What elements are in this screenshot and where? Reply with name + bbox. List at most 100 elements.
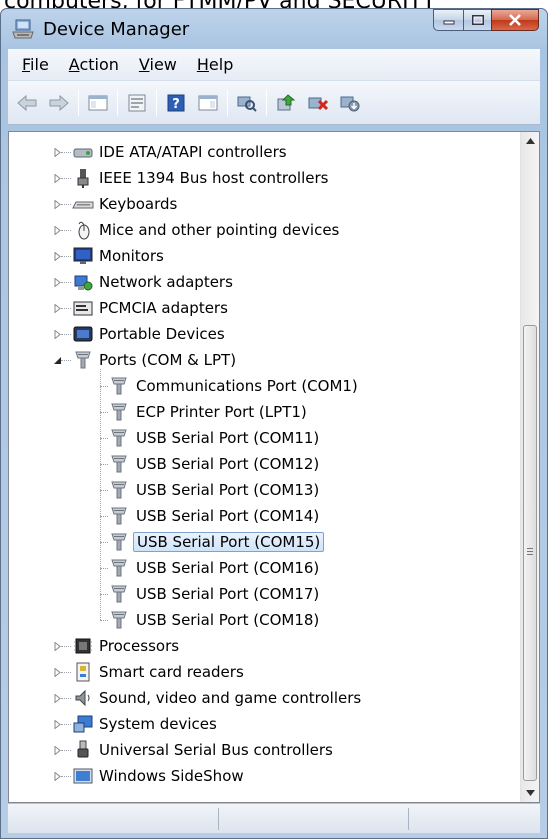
tree-device-usb-serial-port-com12[interactable]: USB Serial Port (COM12) [9,451,509,477]
sideshow-icon [72,765,94,787]
scroll-thumb[interactable] [523,325,537,781]
tree-device-usb-serial-port-com18[interactable]: USB Serial Port (COM18) [9,607,509,633]
tree-category-windows-sideshow[interactable]: Windows SideShow [9,763,509,789]
tree-item-label: Windows SideShow [99,767,244,785]
triangle-collapsed-icon [54,329,61,339]
device-manager-app-icon [12,19,34,39]
maximize-button[interactable] [463,9,491,31]
chevron-down-icon [525,790,535,796]
help-button[interactable]: ? [163,90,189,116]
tree-item-label: Monitors [99,247,164,265]
tree-category-system-devices[interactable]: System devices [9,711,509,737]
forward-button[interactable] [46,90,72,116]
tree-device-usb-serial-port-com13[interactable]: USB Serial Port (COM13) [9,477,509,503]
tree-item-label: USB Serial Port (COM16) [136,559,320,577]
tree-expand-toggle[interactable] [51,328,63,340]
tree-expand-toggle[interactable] [51,172,63,184]
tree-expand-toggle[interactable] [51,744,63,756]
scroll-up-button[interactable] [521,132,539,150]
scroll-grip [527,548,533,557]
triangle-collapsed-icon [54,771,61,781]
tree-item-label: PCMCIA adapters [99,299,228,317]
device-tree[interactable]: IDE ATA/ATAPI controllers IEEE 1394 Bus h… [9,132,520,802]
show-hide-tree-button[interactable] [85,90,111,116]
close-button[interactable] [491,9,539,31]
tree-expand-toggle[interactable] [51,224,63,236]
minimize-button[interactable] [433,9,463,31]
tree-item-label: Ports (COM & LPT) [99,351,237,369]
tree-expand-toggle[interactable] [51,276,63,288]
tree-item-label: Portable Devices [99,325,225,343]
action-pane-button[interactable] [195,90,221,116]
tree-expand-toggle[interactable] [51,718,63,730]
tree-device-ecp-printer-port-lpt1[interactable]: ECP Printer Port (LPT1) [9,399,509,425]
tree-category-portable-devices[interactable]: Portable Devices [9,321,509,347]
uninstall-button[interactable] [305,90,331,116]
triangle-collapsed-icon [54,641,61,651]
menu-file[interactable]: File [12,55,59,74]
update-driver-icon [277,93,296,110]
tree-item-label: IDE ATA/ATAPI controllers [99,143,287,161]
menu-help[interactable]: Help [187,55,243,74]
svg-text:?: ? [172,97,180,112]
vertical-scrollbar[interactable] [520,132,539,802]
properties-icon [128,94,146,111]
tree-device-usb-serial-port-com11[interactable]: USB Serial Port (COM11) [9,425,509,451]
triangle-collapsed-icon [54,173,61,183]
toolbar-separator [156,89,157,116]
tree-category-processors[interactable]: Processors [9,633,509,659]
tree-category-ieee-1394-bus-host-controllers[interactable]: IEEE 1394 Bus host controllers [9,165,509,191]
tree-collapse-toggle[interactable] [51,354,63,366]
forward-icon [49,94,69,111]
tree-category-keyboards[interactable]: Keyboards [9,191,509,217]
status-separator [408,808,409,830]
tree-category-monitors[interactable]: Monitors [9,243,509,269]
disable-button[interactable] [337,90,363,116]
ide-controller-icon [72,141,94,163]
tree-device-communications-port-com1[interactable]: Communications Port (COM1) [9,373,509,399]
menu-view[interactable]: View [129,55,187,74]
tree-expand-toggle[interactable] [51,302,63,314]
usb-icon [72,739,94,761]
tree-expand-toggle[interactable] [51,770,63,782]
sound-icon [72,687,94,709]
tree-expand-toggle[interactable] [51,250,63,262]
tree-item-label: USB Serial Port (COM14) [136,507,320,525]
tree-category-network-adapters[interactable]: Network adapters [9,269,509,295]
tree-category-mice-and-other-pointing-devices[interactable]: Mice and other pointing devices [9,217,509,243]
tree-device-usb-serial-port-com16[interactable]: USB Serial Port (COM16) [9,555,509,581]
tree-category-ports-com-lpt[interactable]: Ports (COM & LPT) [9,347,509,373]
action-pane-icon [198,95,218,110]
tree-device-usb-serial-port-com15[interactable]: USB Serial Port (COM15) [9,529,509,555]
scan-hardware-button[interactable] [234,90,260,116]
tree-expand-toggle[interactable] [51,692,63,704]
tree-category-smart-card-readers[interactable]: Smart card readers [9,659,509,685]
tree-category-pcmcia-adapters[interactable]: PCMCIA adapters [9,295,509,321]
scroll-down-button[interactable] [521,784,539,802]
triangle-collapsed-icon [54,225,61,235]
back-button[interactable] [14,90,40,116]
tree-item-label: Network adapters [99,273,233,291]
toolbar-separator [266,89,267,116]
update-driver-button[interactable] [273,90,299,116]
tree-expand-toggle[interactable] [51,198,63,210]
device-manager-window: Device Manager File Action View Help ? I… [0,8,548,839]
toolbar-separator [117,89,118,116]
title-bar[interactable]: Device Manager [1,9,547,49]
tree-category-ide-ata-atapi-controllers[interactable]: IDE ATA/ATAPI controllers [9,139,509,165]
serial-port-icon [108,505,130,527]
ieee1394-icon [72,167,94,189]
tree-device-usb-serial-port-com14[interactable]: USB Serial Port (COM14) [9,503,509,529]
tree-category-sound-video-and-game-controllers[interactable]: Sound, video and game controllers [9,685,509,711]
tree-category-universal-serial-bus-controllers[interactable]: Universal Serial Bus controllers [9,737,509,763]
tree-item-label: USB Serial Port (COM15) [133,532,325,552]
tree-device-usb-serial-port-com17[interactable]: USB Serial Port (COM17) [9,581,509,607]
menu-action[interactable]: Action [59,55,129,74]
tree-expand-toggle[interactable] [51,146,63,158]
tree-expand-toggle[interactable] [51,666,63,678]
tree-expand-toggle[interactable] [51,640,63,652]
chevron-up-icon [525,138,535,144]
properties-button[interactable] [124,90,150,116]
tree-item-label: IEEE 1394 Bus host controllers [99,169,329,187]
triangle-collapsed-icon [54,719,61,729]
